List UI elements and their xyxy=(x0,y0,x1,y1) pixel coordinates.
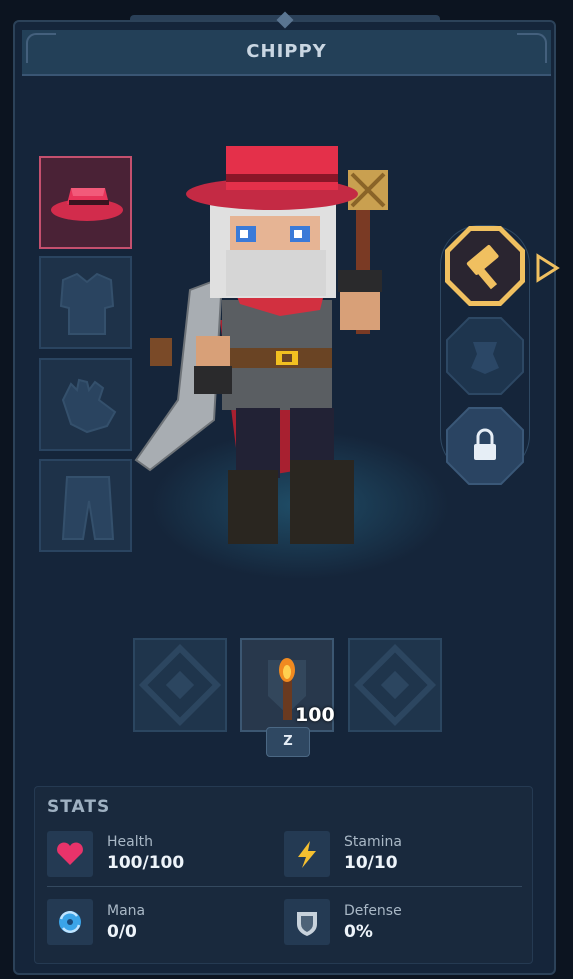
tool-item-count: 100 xyxy=(295,704,335,726)
weapon-select-arrow-icon[interactable] xyxy=(535,253,561,283)
stats-divider xyxy=(47,886,522,887)
chest-armor-icon xyxy=(59,272,115,335)
character-name-title: CHIPPY xyxy=(246,41,327,62)
lightning-icon xyxy=(298,841,316,868)
stat-defense-value: 0% xyxy=(344,922,373,942)
stat-mana-label: Mana xyxy=(107,903,146,919)
equipment-slot-pants[interactable] xyxy=(39,459,132,552)
empty-slot-emblem-icon xyxy=(138,643,222,727)
weapon-slot-armor[interactable] xyxy=(443,314,527,398)
mana-swirl-icon xyxy=(59,911,81,933)
tool-hotkey-badge[interactable]: Z xyxy=(266,727,310,757)
stat-health-value: 100/100 xyxy=(107,853,185,873)
weapon-slot-locked[interactable] xyxy=(443,404,527,488)
empty-slot-emblem-icon xyxy=(353,643,437,727)
stat-stamina-label: Stamina xyxy=(344,834,402,850)
tool-slot-right[interactable] xyxy=(348,638,442,732)
equipment-slot-hat[interactable] xyxy=(39,156,132,249)
stat-mana-icon-box xyxy=(47,899,93,945)
character-model-chippy xyxy=(134,146,388,544)
equipment-slot-chest[interactable] xyxy=(39,256,132,349)
stats-title: STATS xyxy=(47,797,111,817)
equipment-slot-gloves[interactable] xyxy=(39,358,132,451)
red-hat-icon xyxy=(51,188,123,221)
shield-icon xyxy=(297,912,317,936)
stat-defense-label: Defense xyxy=(344,903,402,919)
corner-ornament-left xyxy=(26,33,56,63)
stat-stamina-value: 10/10 xyxy=(344,853,398,873)
tool-slot-left[interactable] xyxy=(133,638,227,732)
corner-ornament-right xyxy=(517,33,547,63)
stat-health-label: Health xyxy=(107,834,153,850)
stat-defense-icon-box xyxy=(284,899,330,945)
title-bar: CHIPPY xyxy=(22,30,551,76)
weapon-slot-hammer[interactable] xyxy=(443,224,527,308)
pants-icon xyxy=(61,476,115,540)
glove-icon xyxy=(61,378,117,434)
stat-health-icon-box xyxy=(47,831,93,877)
stat-mana-value: 0/0 xyxy=(107,922,137,942)
stat-stamina-icon-box xyxy=(284,831,330,877)
heart-icon xyxy=(57,842,83,865)
